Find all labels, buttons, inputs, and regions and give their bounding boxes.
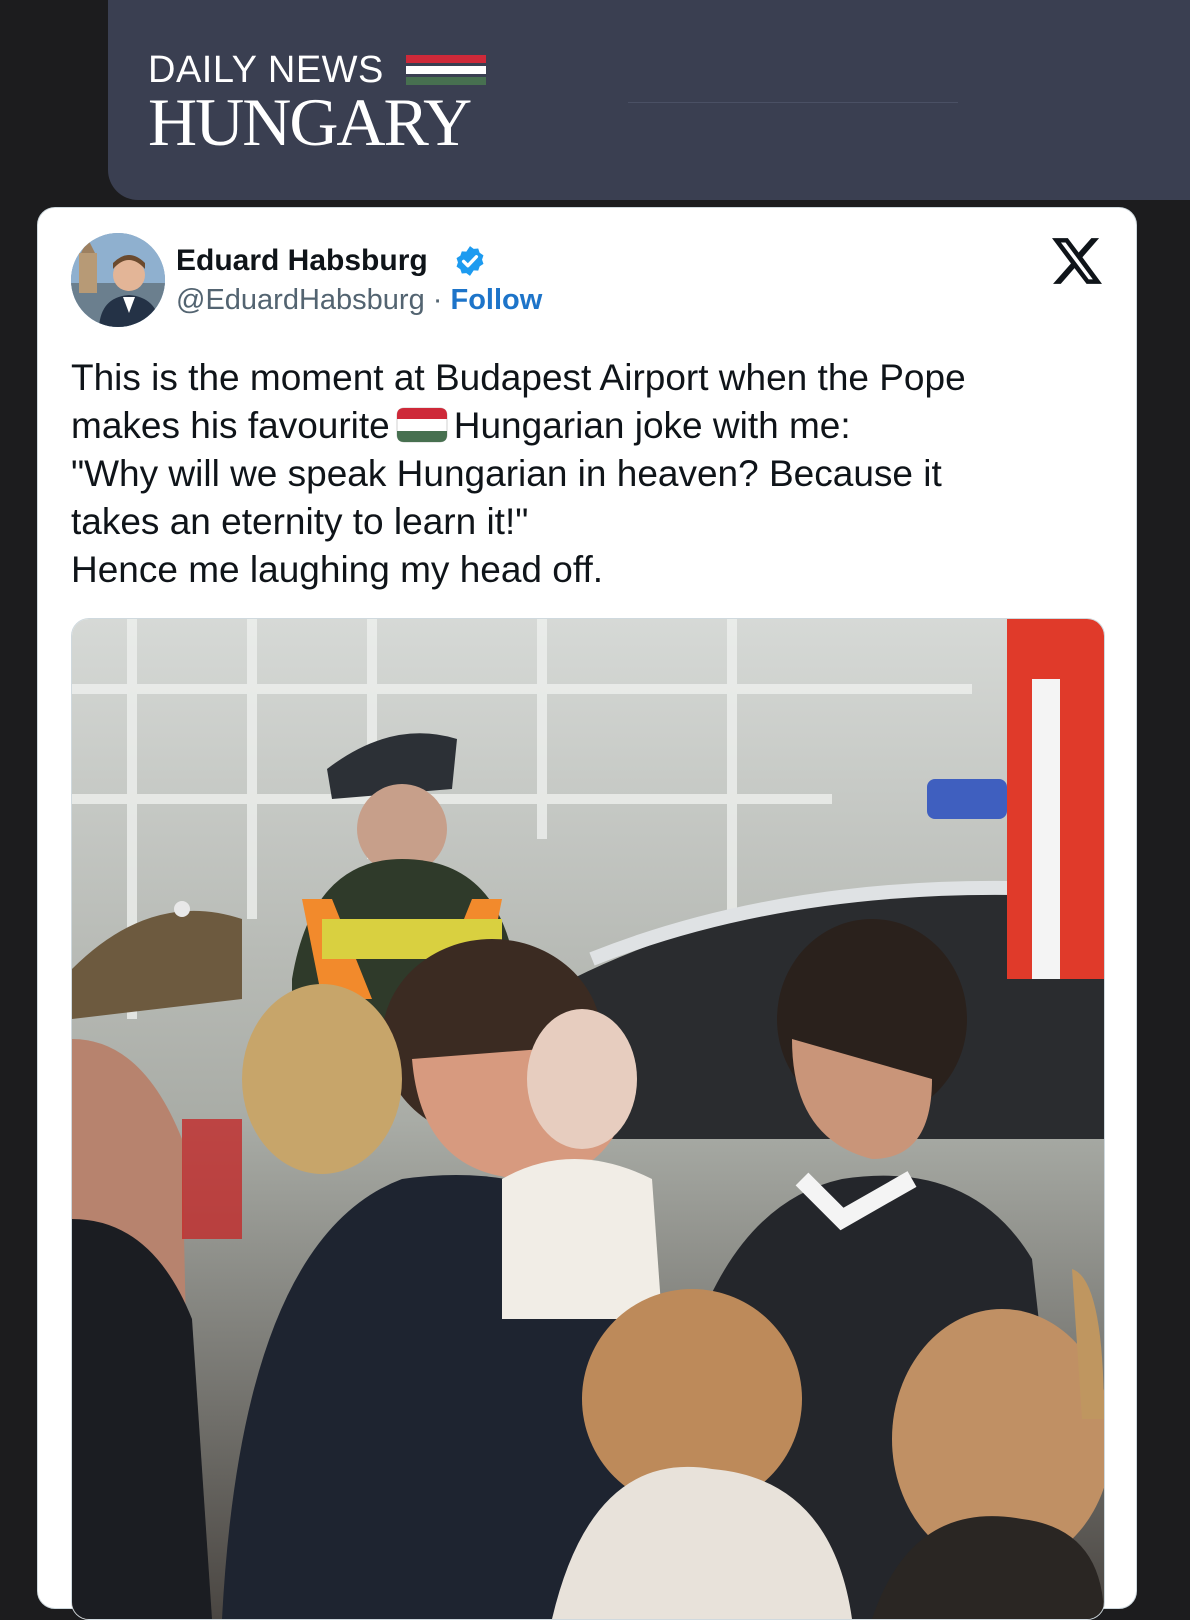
tweet-text-fragment: makes his favourite xyxy=(71,405,390,446)
site-header: DAILY NEWS HUNGARY xyxy=(108,0,1190,200)
verified-badge-icon xyxy=(456,246,484,276)
tweet-card: Eduard Habsburg @EduardHabsburg · Follow… xyxy=(37,207,1137,1620)
tweet-text-line: Hence me laughing my head off. xyxy=(71,549,604,590)
site-logo-main: HUNGARY xyxy=(148,84,472,160)
tweet-text-line: This is the moment at Budapest Airport w… xyxy=(71,357,966,398)
tweet-text-fragment: Hungarian joke with me: xyxy=(453,405,851,446)
tweet-media-photo[interactable] xyxy=(71,618,1105,1620)
tweet-text-line: takes an eternity to learn it!" xyxy=(71,501,529,542)
hungary-flag-icon xyxy=(406,55,486,85)
author-avatar[interactable] xyxy=(71,233,165,327)
handle-separator: · xyxy=(424,284,451,316)
tweet-text: This is the moment at Budapest Airport w… xyxy=(71,354,1101,594)
tweet-text-line: "Why will we speak Hungarian in heaven? … xyxy=(71,453,942,494)
follow-button[interactable]: Follow xyxy=(450,284,542,316)
author-handle[interactable]: @EduardHabsburg xyxy=(176,284,425,316)
hungary-flag-icon xyxy=(396,407,448,443)
author-name[interactable]: Eduard Habsburg xyxy=(176,244,428,278)
x-logo-icon[interactable] xyxy=(1052,238,1102,284)
header-divider xyxy=(628,102,958,103)
tweet-text-line: makes his favourite Hungarian joke with m… xyxy=(71,402,1101,450)
author-handle-line: @EduardHabsburg · Follow xyxy=(176,284,542,317)
